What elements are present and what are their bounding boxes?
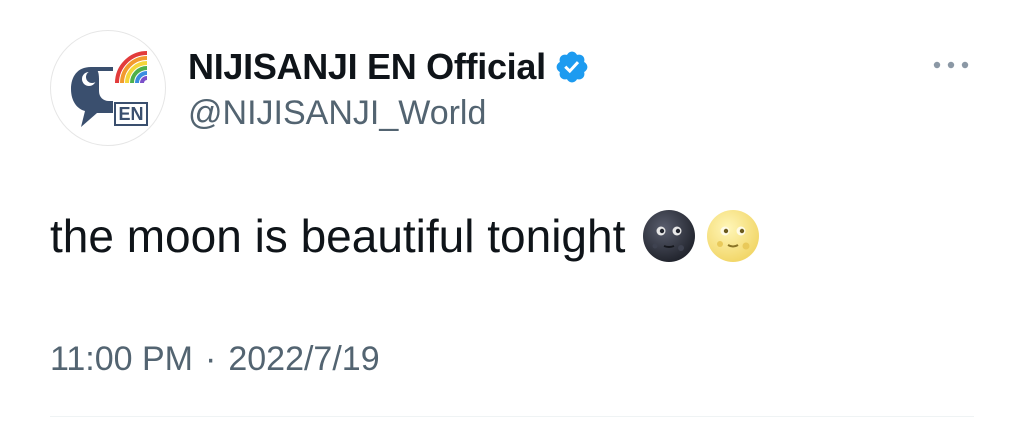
tweet-text: the moon is beautiful tonight	[50, 208, 769, 264]
tweet-card: EN NIJISANJI EN Official @NIJISANJI_Worl…	[0, 0, 1024, 422]
user-handle[interactable]: @NIJISANJI_World	[188, 94, 486, 133]
tweet-date: 2022/7/19	[228, 340, 380, 378]
timestamp-separator: ·	[205, 340, 217, 378]
full-moon-face-icon	[707, 210, 760, 262]
nijisanji-en-logo-icon: EN	[71, 51, 148, 127]
tweet-time: 11:00 PM	[50, 340, 194, 378]
more-horizontal-icon	[933, 61, 969, 69]
display-name: NIJISANJI EN Official	[188, 46, 546, 87]
tweet-body: the moon is beautiful tonight	[50, 210, 626, 262]
emoji-group	[641, 208, 769, 264]
divider	[50, 416, 974, 417]
new-moon-face-icon	[643, 210, 696, 262]
avatar-badge-text: EN	[118, 104, 143, 124]
tweet-timestamp[interactable]: 11:00 PM · 2022/7/19	[50, 340, 380, 379]
avatar[interactable]: EN	[50, 30, 166, 146]
display-name-link[interactable]: NIJISANJI EN Official	[188, 44, 590, 90]
verified-badge-icon	[556, 51, 588, 83]
more-options-button[interactable]	[928, 50, 974, 80]
